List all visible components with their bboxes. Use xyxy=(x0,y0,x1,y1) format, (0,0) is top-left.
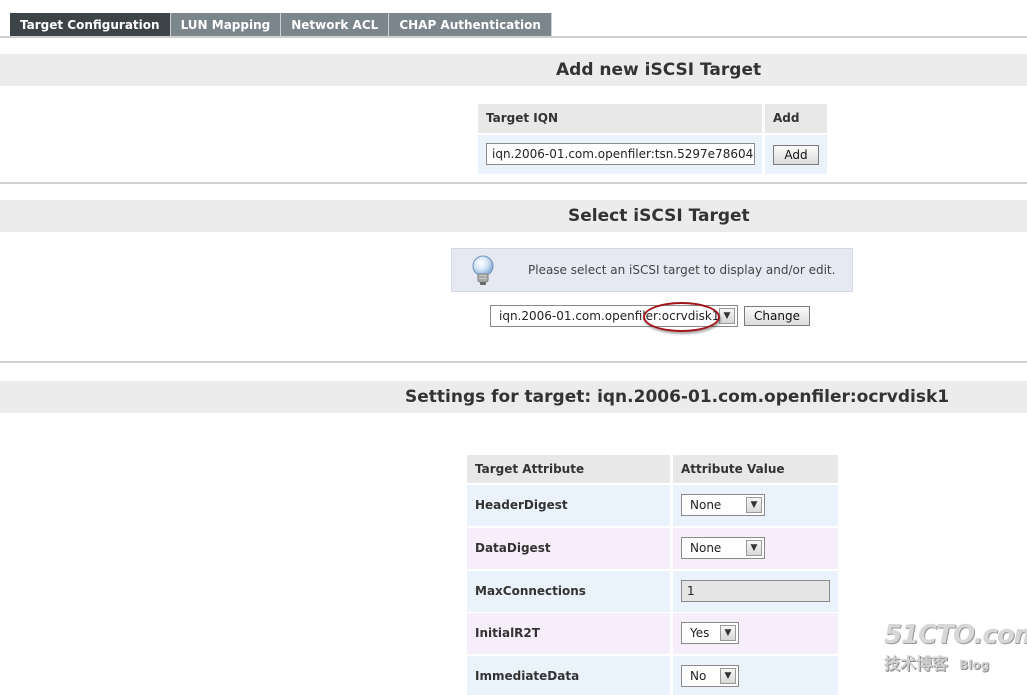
settings-title: Settings for target: iqn.2006-01.com.ope… xyxy=(405,387,950,407)
headerdigest-value: None xyxy=(690,498,722,512)
immediatedata-value: No xyxy=(690,669,707,683)
divider-1 xyxy=(0,182,1027,184)
chevron-down-icon[interactable]: ▼ xyxy=(720,625,736,641)
add-target-header: Add new iSCSI Target xyxy=(0,54,1027,86)
maxconnections-input[interactable]: 1 xyxy=(681,580,830,602)
datadigest-value: None xyxy=(690,541,722,555)
tab-chap-authentication[interactable]: CHAP Authentication xyxy=(389,13,552,37)
highlight-ellipse xyxy=(643,302,720,332)
info-box: Please select an iSCSI target to display… xyxy=(451,248,853,292)
headerdigest-select[interactable]: None ▼ xyxy=(681,494,765,516)
col-target-attribute: Target Attribute xyxy=(467,455,670,483)
change-button[interactable]: Change xyxy=(744,306,810,326)
col-target-iqn: Target IQN xyxy=(478,104,762,133)
select-target-header: Select iSCSI Target xyxy=(0,200,1027,232)
attr-name-initialr2t: InitialR2T xyxy=(467,613,670,654)
col-add: Add xyxy=(765,104,827,133)
add-button[interactable]: Add xyxy=(773,145,819,165)
lightbulb-icon xyxy=(472,255,494,285)
initialr2t-select[interactable]: Yes ▼ xyxy=(681,622,739,644)
add-target-title: Add new iSCSI Target xyxy=(556,60,762,80)
tab-target-configuration[interactable]: Target Configuration xyxy=(10,13,171,37)
chevron-down-icon[interactable]: ▼ xyxy=(719,308,735,324)
attr-name-immediatedata: ImmediateData xyxy=(467,656,670,695)
watermark-logo: 51CTO.com 技术博客 Blog xyxy=(884,620,1027,680)
chevron-down-icon[interactable]: ▼ xyxy=(746,540,762,556)
chevron-down-icon[interactable]: ▼ xyxy=(746,497,762,513)
tab-network-acl[interactable]: Network ACL xyxy=(281,13,390,37)
settings-header: Settings for target: iqn.2006-01.com.ope… xyxy=(0,381,1027,413)
tab-divider xyxy=(0,36,1027,38)
watermark-subtitle: 技术博客 xyxy=(884,654,949,673)
divider-2 xyxy=(0,361,1027,363)
attr-name-maxconnections: MaxConnections xyxy=(467,571,670,612)
watermark-blog: Blog xyxy=(959,658,990,672)
col-attribute-value: Attribute Value xyxy=(673,455,838,483)
attr-name-datadigest: DataDigest xyxy=(467,528,670,569)
immediatedata-select[interactable]: No ▼ xyxy=(681,665,739,687)
datadigest-select[interactable]: None ▼ xyxy=(681,537,765,559)
select-target-title: Select iSCSI Target xyxy=(568,206,750,226)
tab-lun-mapping[interactable]: LUN Mapping xyxy=(170,13,282,37)
tab-bar: Target Configuration LUN Mapping Network… xyxy=(10,13,552,37)
target-iqn-input[interactable]: iqn.2006-01.com.openfiler:tsn.5297e78604… xyxy=(486,143,755,165)
info-text: Please select an iSCSI target to display… xyxy=(528,263,836,277)
attr-name-headerdigest: HeaderDigest xyxy=(467,485,670,526)
initialr2t-value: Yes xyxy=(690,626,710,640)
watermark-site: 51CTO.com xyxy=(884,620,1027,650)
chevron-down-icon[interactable]: ▼ xyxy=(720,668,736,684)
